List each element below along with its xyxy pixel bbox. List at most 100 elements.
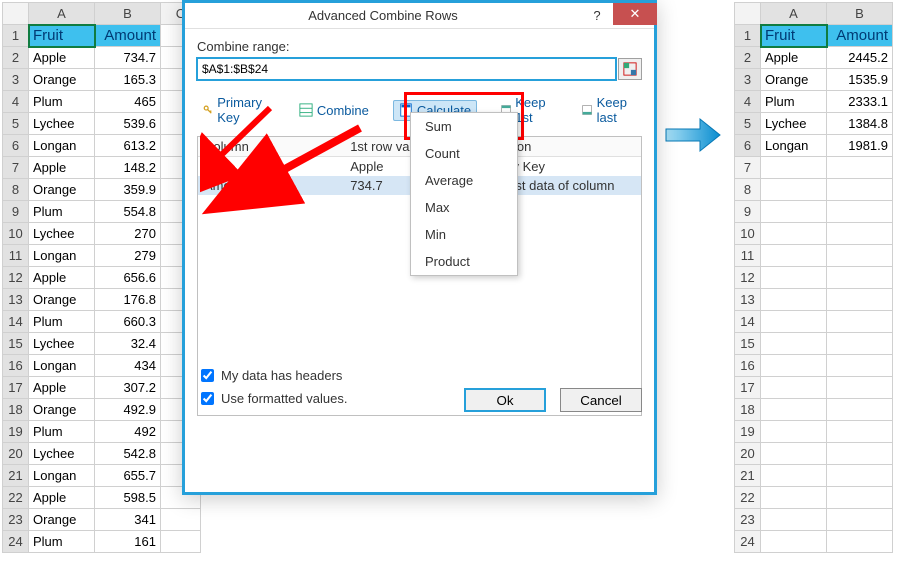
row-header[interactable]: 7 [735,157,761,179]
cell-A21[interactable] [761,465,827,487]
cell-B21[interactable] [827,465,893,487]
cell-B12[interactable]: 656.6 [95,267,161,289]
cell-B2[interactable]: 2445.2 [827,47,893,69]
col-header-B[interactable]: B [827,3,893,25]
row-header[interactable]: 24 [735,531,761,553]
row-header[interactable]: 8 [3,179,29,201]
cell-B2[interactable]: 734.7 [95,47,161,69]
cell-C23[interactable] [161,509,201,531]
menu-item-sum[interactable]: Sum [411,113,517,140]
cell-B12[interactable] [827,267,893,289]
cell-A14[interactable]: Plum [29,311,95,333]
row-header[interactable]: 4 [735,91,761,113]
cell-A13[interactable]: Orange [29,289,95,311]
cell-A8[interactable]: Orange [29,179,95,201]
row-header[interactable]: 6 [735,135,761,157]
cell-A4[interactable]: Plum [761,91,827,113]
cell-A1[interactable]: Fruit [761,25,827,47]
cell-B11[interactable]: 279 [95,245,161,267]
cell-A16[interactable]: Longan [29,355,95,377]
cell-B11[interactable] [827,245,893,267]
cell-B14[interactable]: 660.3 [95,311,161,333]
cell-C24[interactable] [161,531,201,553]
cell-A16[interactable] [761,355,827,377]
cell-A8[interactable] [761,179,827,201]
cell-A11[interactable]: Longan [29,245,95,267]
cell-B16[interactable] [827,355,893,377]
row-header[interactable]: 20 [735,443,761,465]
row-header[interactable]: 14 [3,311,29,333]
cell-A3[interactable]: Orange [29,69,95,91]
row-header[interactable]: 21 [735,465,761,487]
cell-A11[interactable] [761,245,827,267]
row-header[interactable]: 23 [3,509,29,531]
cell-A2[interactable]: Apple [29,47,95,69]
cell-A7[interactable] [761,157,827,179]
help-button[interactable]: ? [581,8,613,23]
row-header[interactable]: 14 [735,311,761,333]
cell-B6[interactable]: 613.2 [95,135,161,157]
cell-A19[interactable]: Plum [29,421,95,443]
col-header-A[interactable]: A [29,3,95,25]
row-header[interactable]: 19 [735,421,761,443]
headers-checkbox-input[interactable] [201,369,214,382]
cell-A7[interactable]: Apple [29,157,95,179]
cell-B3[interactable]: 1535.9 [827,69,893,91]
row-header[interactable]: 8 [735,179,761,201]
formatted-checkbox-input[interactable] [201,392,214,405]
menu-item-average[interactable]: Average [411,167,517,194]
row-header[interactable]: 17 [735,377,761,399]
cell-A20[interactable] [761,443,827,465]
cell-A4[interactable]: Plum [29,91,95,113]
primary-key-button[interactable]: Primary Key [197,92,275,128]
close-button[interactable]: ✕ [613,3,657,25]
row-header[interactable]: 1 [735,25,761,47]
row-header[interactable]: 10 [3,223,29,245]
row-header[interactable]: 20 [3,443,29,465]
row-header[interactable]: 3 [3,69,29,91]
cell-A19[interactable] [761,421,827,443]
cell-A22[interactable] [761,487,827,509]
cell-B4[interactable]: 2333.1 [827,91,893,113]
row-header[interactable]: 6 [3,135,29,157]
cell-B8[interactable]: 359.9 [95,179,161,201]
cell-B23[interactable]: 341 [95,509,161,531]
cell-A17[interactable] [761,377,827,399]
cell-B5[interactable]: 539.6 [95,113,161,135]
cell-A3[interactable]: Orange [761,69,827,91]
cell-A21[interactable]: Longan [29,465,95,487]
cell-B7[interactable] [827,157,893,179]
row-header[interactable]: 3 [735,69,761,91]
select-all-corner[interactable] [3,3,29,25]
row-header[interactable]: 1 [3,25,29,47]
row-header[interactable]: 22 [3,487,29,509]
row-header[interactable]: 7 [3,157,29,179]
cell-B9[interactable]: 554.8 [95,201,161,223]
menu-item-product[interactable]: Product [411,248,517,275]
headers-checkbox[interactable]: My data has headers [197,366,347,385]
cell-B1[interactable]: Amount [95,25,161,47]
cell-A17[interactable]: Apple [29,377,95,399]
cell-B8[interactable] [827,179,893,201]
cell-A23[interactable]: Orange [29,509,95,531]
cell-B18[interactable] [827,399,893,421]
menu-item-count[interactable]: Count [411,140,517,167]
combine-button[interactable]: Combine [293,100,375,121]
cell-B13[interactable]: 176.8 [95,289,161,311]
row-header[interactable]: 13 [3,289,29,311]
cell-B24[interactable]: 161 [95,531,161,553]
cell-A6[interactable]: Longan [761,135,827,157]
cell-B22[interactable] [827,487,893,509]
cell-B5[interactable]: 1384.8 [827,113,893,135]
row-header[interactable]: 17 [3,377,29,399]
cell-A18[interactable] [761,399,827,421]
cell-A12[interactable] [761,267,827,289]
cell-A9[interactable] [761,201,827,223]
row-header[interactable]: 11 [735,245,761,267]
formatted-checkbox[interactable]: Use formatted values. [197,389,347,408]
row-header[interactable]: 2 [735,47,761,69]
cell-A5[interactable]: Lychee [29,113,95,135]
cell-B19[interactable] [827,421,893,443]
cell-A2[interactable]: Apple [761,47,827,69]
ok-button[interactable]: Ok [464,388,546,412]
